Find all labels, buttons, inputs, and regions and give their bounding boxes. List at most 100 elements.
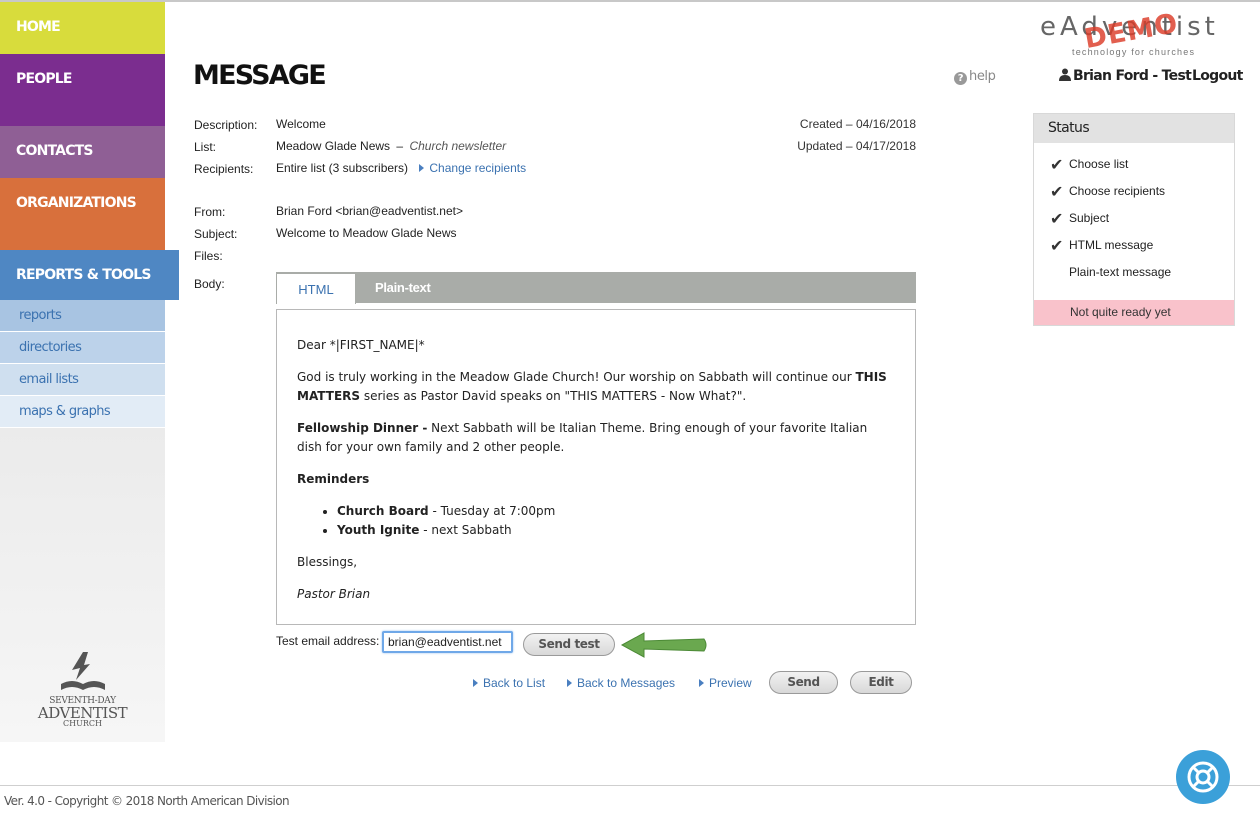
signature-text: Pastor Brian	[297, 587, 371, 601]
message-closing: Blessings,	[297, 555, 358, 569]
body-label: Body:	[194, 277, 225, 291]
back-to-list-link[interactable]: Back to List	[473, 676, 545, 690]
status-item-choose-list: ✔ Choose list	[1034, 157, 1234, 184]
status-item-label: HTML message	[1069, 238, 1154, 252]
preview-link[interactable]: Preview	[699, 676, 752, 690]
change-recipients-link[interactable]: Change recipients	[419, 161, 526, 175]
subnav-reports[interactable]: reports	[0, 300, 165, 332]
sda-logo-line2: ADVENTIST	[37, 704, 128, 722]
created-date: Created – 04/16/2018	[799, 117, 916, 131]
status-item-label: Choose list	[1069, 157, 1129, 171]
reminder-1-bold: Church Board	[337, 504, 429, 518]
status-title: Status	[1034, 114, 1234, 143]
triangle-right-icon	[419, 164, 425, 172]
brand-tagline: technology for churches	[1072, 47, 1196, 57]
nav-contacts[interactable]: CONTACTS	[0, 126, 165, 178]
reminder-2-bold: Youth Ignite	[337, 523, 420, 537]
tab-html[interactable]: HTML	[276, 273, 356, 304]
nav-organizations[interactable]: ORGANIZATIONS	[0, 178, 165, 250]
reminder-2-text: - next Sabbath	[419, 523, 512, 537]
help-icon: ?	[954, 72, 967, 85]
list-item: Church Board - Tuesday at 7:00pm	[337, 502, 895, 521]
description-label: Description:	[194, 118, 258, 132]
message-paragraph-2: Fellowship Dinner - Next Sabbath will be…	[297, 419, 895, 457]
footer-divider	[0, 785, 1260, 786]
footer-copyright: Ver. 4.0 - Copyright © 2018 North Americ…	[4, 794, 290, 808]
message-greeting: Dear *|FIRST_NAME|*	[297, 338, 425, 352]
logout-link[interactable]: Logout	[1192, 68, 1243, 84]
message-body: Dear *|FIRST_NAME|* God is truly working…	[276, 309, 916, 625]
files-label: Files:	[194, 249, 223, 263]
checkmark-icon: ✔	[1050, 238, 1064, 255]
back-to-list-label: Back to List	[483, 676, 546, 690]
message-signature: Pastor Brian	[297, 585, 895, 604]
message-paragraph-1: God is truly working in the Meadow Glade…	[297, 368, 895, 406]
triangle-right-icon	[699, 679, 704, 687]
status-warning: Not quite ready yet	[1034, 300, 1234, 325]
from-value: Brian Ford <brian@eadventist.net>	[276, 204, 463, 218]
tab-plain-text[interactable]: Plain-text	[375, 280, 431, 295]
recipients-label: Recipients:	[194, 162, 254, 176]
reminders-list: Church Board - Tuesday at 7:00pm Youth I…	[337, 502, 895, 540]
nav-reports-tools[interactable]: REPORTS & TOOLS	[0, 250, 179, 300]
description-value: Welcome	[276, 117, 326, 131]
from-label: From:	[194, 205, 226, 219]
status-item-choose-recipients: ✔ Choose recipients	[1034, 184, 1234, 211]
list-item: Youth Ignite - next Sabbath	[337, 521, 895, 540]
back-to-messages-link[interactable]: Back to Messages	[567, 676, 675, 690]
list-separator: –	[396, 139, 404, 153]
status-item-plain-text-message: Plain-text message	[1034, 265, 1234, 292]
body-tabbar: HTML Plain-text	[276, 272, 916, 304]
subnav-directories[interactable]: directories	[0, 332, 165, 364]
help-link[interactable]: ? help	[954, 69, 996, 85]
subject-label: Subject:	[194, 227, 238, 241]
list-name: Meadow Glade News	[276, 139, 391, 153]
subnav-email-lists[interactable]: email lists	[0, 364, 165, 396]
nav-people[interactable]: PEOPLE	[0, 54, 165, 126]
subject-value: Welcome to Meadow Glade News	[276, 226, 457, 240]
list-description: Church newsletter	[409, 139, 507, 153]
page-title: MESSAGE	[193, 60, 327, 91]
subnav-maps-graphs[interactable]: maps & graphs	[0, 396, 165, 428]
triangle-right-icon	[473, 679, 478, 687]
user-icon	[1059, 68, 1071, 81]
status-item-label: Plain-text message	[1069, 265, 1172, 279]
status-list: ✔ Choose list ✔ Choose recipients ✔ Subject…	[1034, 143, 1234, 292]
user-menu[interactable]: Brian Ford - Test	[1059, 68, 1192, 84]
status-item-html-message: ✔ HTML message	[1034, 238, 1234, 265]
p1-text: God is truly working in the Meadow Glade…	[297, 370, 856, 384]
support-button[interactable]	[1176, 750, 1230, 804]
top-divider	[0, 0, 1260, 2]
help-label: help	[969, 69, 996, 84]
nav-home[interactable]: HOME	[0, 2, 165, 54]
reminder-1-text: - Tuesday at 7:00pm	[428, 504, 556, 518]
reminders-heading: Reminders	[297, 472, 370, 486]
message-reminders-heading: Reminders	[297, 470, 895, 489]
test-email-input[interactable]	[382, 631, 513, 653]
updated-date: Updated – 04/17/2018	[797, 139, 916, 153]
sda-church-logo: SEVENTH-DAY ADVENTIST CHURCH	[35, 650, 130, 728]
lifebuoy-icon	[1187, 761, 1219, 793]
eadventist-logo: eAdventist DEMO technology for churches	[1040, 8, 1240, 62]
list-label: List:	[194, 140, 217, 154]
recipients-value: Entire list (3 subscribers) Change recip…	[276, 161, 526, 175]
send-test-button[interactable]: Send test	[523, 633, 615, 656]
status-item-subject: ✔ Subject	[1034, 211, 1234, 238]
list-value: Meadow Glade News – Church newsletter	[276, 139, 506, 153]
change-recipients-label: Change recipients	[429, 161, 527, 175]
test-email-label: Test email address:	[276, 634, 380, 648]
checkmark-icon: ✔	[1050, 184, 1064, 201]
p1-text-end: series as Pastor David speaks on "THIS M…	[360, 389, 747, 403]
preview-label: Preview	[709, 676, 752, 690]
back-to-messages-label: Back to Messages	[577, 676, 676, 690]
send-button[interactable]: Send	[769, 671, 838, 694]
user-name: Brian Ford - Test	[1073, 68, 1192, 84]
checkmark-icon: ✔	[1050, 157, 1064, 174]
edit-button[interactable]: Edit	[850, 671, 912, 694]
status-panel: Status ✔ Choose list ✔ Choose recipients ✔…	[1033, 113, 1235, 326]
checkmark-icon: ✔	[1050, 211, 1064, 228]
status-item-label: Subject	[1069, 211, 1110, 225]
flame-book-icon	[60, 652, 105, 690]
triangle-right-icon	[567, 679, 572, 687]
green-arrow-icon	[620, 632, 707, 658]
